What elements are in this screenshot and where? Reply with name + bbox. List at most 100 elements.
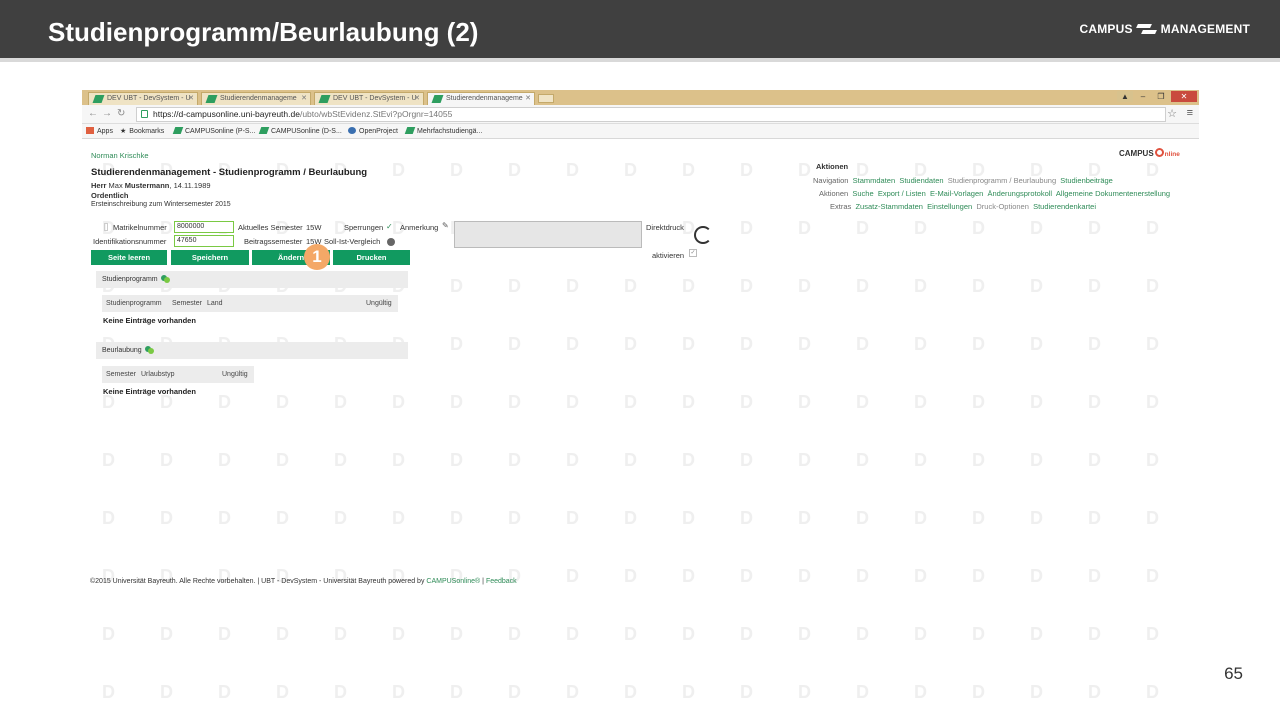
browser-tab-active[interactable]: Studierendenmanageme ✕ [427,92,535,105]
users-icon[interactable] [160,275,170,283]
aenderungsprotokoll-link[interactable]: Änderungsprotokoll [987,189,1052,198]
sperrungen-label: Sperrungen [344,223,384,232]
export-listen-link[interactable]: Export / Listen [878,189,926,198]
feedback-link[interactable]: Feedback [486,578,517,585]
user-name-link[interactable]: Norman Krischke [91,151,149,160]
nav-studienprogramm-current: Studienprogramm / Beurlaubung [947,176,1057,185]
slide-page-number: 65 [1224,664,1243,683]
anmerkung-textarea[interactable] [454,221,642,248]
speichern-button[interactable]: Speichern [171,250,249,265]
tab-close-icon[interactable]: ✕ [188,94,194,102]
watermark-glyph: D [972,624,985,644]
footer-text: ©2015 Universität Bayreuth. Alle Rechte … [90,578,425,585]
star-icon: ★ [120,128,127,135]
browser-menu-icon[interactable]: ≡ [1187,107,1193,119]
campusonline-favicon-icon [431,95,444,103]
users-icon[interactable] [144,346,154,354]
openproject-icon [348,127,356,134]
ident-label: Identifikationsnummer [93,237,167,246]
url-input[interactable]: https://d-campusonline.uni-bayreuth.de/u… [136,107,1166,122]
watermark-glyph: D [1030,624,1043,644]
window-controls: ▲ – ❐ ✕ [1117,91,1197,102]
drucken-button[interactable]: Drucken [333,250,410,265]
secure-lock-icon [141,110,148,118]
einstellungen-link[interactable]: Einstellungen [927,202,972,211]
browser-address-bar: ← → ↻ https://d-campusonline.uni-bayreut… [82,105,1199,124]
direktdruck-label: Direktdruck [646,223,684,232]
nav-studiendaten-link[interactable]: Studiendaten [899,176,943,185]
beurlaubung-title: Beurlaubung [102,347,142,354]
watermark-glyph: D [160,624,173,644]
watermark-glyph: D [740,682,753,700]
online-o-icon [1154,148,1164,157]
suche-link[interactable]: Suche [852,189,873,198]
watermark-glyph: D [566,624,579,644]
watermark-glyph: D [624,624,637,644]
akt-semester-label: Aktuelles Semester [238,223,303,232]
close-icon[interactable]: ✕ [1171,91,1197,102]
matrikelnummer-input[interactable]: 8000000 [174,221,234,233]
browser-tab[interactable]: DEV UBT - DevSystem - U ✕ [88,92,198,105]
maximize-icon[interactable]: ❐ [1153,91,1169,102]
watermark-glyph: D [1146,682,1159,700]
actions-aktionen-row: Aktionen Suche Export / Listen E-Mail-Vo… [819,189,1170,198]
studienprogramm-table-header: Studienprogramm Semester Land Ungültig [102,295,398,312]
minimize-icon[interactable]: – [1135,91,1151,102]
beurlaubung-panel-header: Beurlaubung [96,342,408,359]
beurlaubung-table-header: Semester Urlaubstyp Ungültig [102,366,254,383]
watermark-glyph: D [102,624,115,644]
actions-extras-row: Extras Zusatz-Stammdaten Einstellungen D… [830,202,1096,211]
bookmark-label: Bookmarks [129,128,165,135]
campusonline-logo: CAMPUS nline [1119,148,1180,158]
akt-semester-value: 15W [306,223,322,232]
browser-tab[interactable]: DEV UBT - DevSystem - U ✕ [314,92,424,105]
navigation-label: Navigation [813,176,849,185]
email-vorlagen-link[interactable]: E-Mail-Vorlagen [930,189,983,198]
bookmark-campusonline-d[interactable]: CAMPUSonline (D-S... [258,127,342,135]
tab-close-icon[interactable]: ✕ [414,94,420,102]
bookmark-campusonline-p[interactable]: CAMPUSonline (P-S... [172,127,255,135]
actions-title: Aktionen [816,162,849,171]
watermark-glyph: D [1146,624,1159,644]
footer-separator: | [482,578,484,585]
brand-mark-icon [1137,23,1157,35]
tab-close-icon[interactable]: ✕ [525,94,531,102]
page-content: Norman Krischke CAMPUS nline Studierenden… [82,140,1199,600]
browser-window: DEV UBT - DevSystem - U ✕ Studierendenma… [82,90,1199,600]
watermark-glyph: D [624,682,637,700]
profile-icon[interactable]: ▲ [1117,91,1133,102]
bookmark-apps[interactable]: Apps [86,127,113,135]
seite-leeren-button[interactable]: Seite leeren [91,250,167,265]
nav-stammdaten-link[interactable]: Stammdaten [853,176,896,185]
online-logo-text: nline [1164,151,1180,158]
new-tab-button[interactable] [538,94,554,103]
tab-label: Studierendenmanageme [446,95,523,102]
campusonline-favicon-icon [318,95,331,103]
forward-arrow-icon[interactable]: → [102,108,112,119]
watermark-glyph: D [566,682,579,700]
bookmark-star-icon[interactable]: ☆ [1167,107,1177,120]
aktivieren-checkbox[interactable]: ✓ [689,249,697,257]
matrikel-label: Matrikelnummer [113,223,167,232]
tab-close-icon[interactable]: ✕ [301,94,307,102]
studierendenkartei-link[interactable]: Studierendenkartei [1033,202,1096,211]
reload-icon[interactable]: ↻ [117,108,125,119]
step-callout-badge: 1 [304,244,330,270]
watermark-glyph: D [856,624,869,644]
identifikationsnummer-input[interactable]: 47650 [174,235,234,247]
slide-title: Studienprogramm/Beurlaubung (2) [48,17,479,47]
pencil-icon[interactable]: ✎ [442,221,449,230]
bookmark-openproject[interactable]: OpenProject [348,127,398,135]
campusonline-link[interactable]: CAMPUSonline® [426,578,480,585]
last-name: Mustermann [124,181,170,190]
nav-studienbeitraege-link[interactable]: Studienbeiträge [1060,176,1113,185]
browser-tab[interactable]: Studierendenmanageme ✕ [201,92,311,105]
back-arrow-icon[interactable]: ← [88,108,98,119]
bookmark-bookmarks[interactable]: ★ Bookmarks [120,127,164,135]
zusatz-stammdaten-link[interactable]: Zusatz-Stammdaten [855,202,923,211]
column-header: Land [207,300,223,307]
page-heading: Studierendenmanagement - Studienprogramm… [91,167,368,178]
bookmark-mehrfachstudiengaenge[interactable]: Mehrfachstudiengä... [404,127,482,135]
watermark-glyph: D [334,624,347,644]
dokumentenerstellung-link[interactable]: Allgemeine Dokumentenerstellung [1056,189,1170,198]
